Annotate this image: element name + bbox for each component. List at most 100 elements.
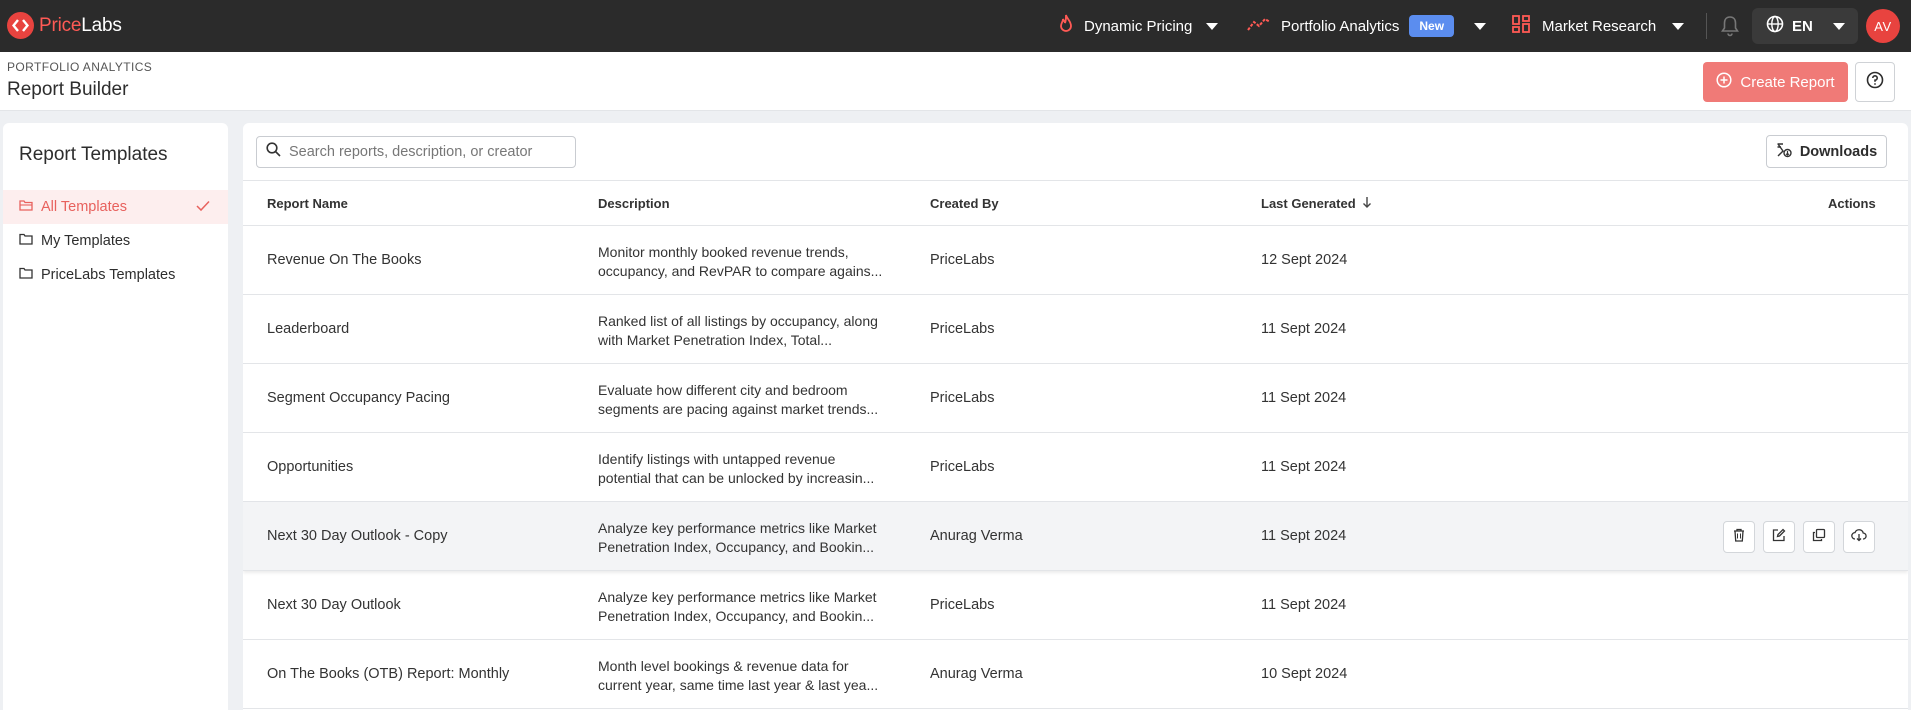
sidebar-title: Report Templates (19, 144, 168, 165)
language-label: EN (1792, 17, 1813, 35)
copy-icon (1812, 528, 1826, 547)
chevron-down-icon[interactable] (1672, 22, 1685, 30)
search-icon (266, 142, 281, 162)
column-header-actions: Actions (1828, 196, 1876, 211)
table-row[interactable]: On The Books (OTB) Report: Monthly Month… (243, 640, 1908, 709)
report-description: Identify listings with untapped revenue p… (598, 451, 875, 486)
report-last-generated: 11 Sept 2024 (1261, 528, 1347, 544)
avatar[interactable]: AV (1866, 9, 1900, 43)
report-name[interactable]: On The Books (OTB) Report: Monthly (267, 666, 509, 682)
create-report-label: Create Report (1740, 73, 1835, 91)
create-report-button[interactable]: Create Report (1703, 62, 1848, 102)
chevron-down-icon[interactable] (1474, 22, 1487, 30)
sort-arrow-down-icon[interactable] (1362, 196, 1372, 211)
report-created-by: Anurag Verma (930, 528, 1023, 544)
folder-icon (19, 267, 33, 283)
column-header-description[interactable]: Description (598, 196, 670, 211)
report-name[interactable]: Leaderboard (267, 321, 349, 337)
table-row[interactable]: Opportunities Identify listings with unt… (243, 433, 1908, 502)
nav-market-research-label: Market Research (1542, 17, 1657, 35)
column-header-label: Last Generated (1261, 196, 1356, 211)
logo-text: PriceLabs (39, 14, 122, 36)
nav-dynamic-pricing[interactable]: Dynamic Pricing (1058, 0, 1219, 52)
column-header-last-generated[interactable]: Last Generated (1261, 196, 1372, 211)
sidebar-item-label: All Templates (41, 199, 127, 215)
duplicate-button[interactable] (1803, 521, 1835, 553)
cloud-download-icon (1851, 528, 1867, 547)
table-header: Report Name Description Created By Last … (243, 180, 1908, 226)
report-name[interactable]: Next 30 Day Outlook - Copy (267, 528, 448, 544)
top-navigation-bar: PriceLabs Dynamic Pricing Portfolio Anal… (0, 0, 1911, 52)
table-row[interactable]: Leaderboard Ranked list of all listings … (243, 295, 1908, 364)
report-description: Analyze key performance metrics like Mar… (598, 589, 877, 624)
report-last-generated: 11 Sept 2024 (1261, 390, 1347, 406)
report-created-by: PriceLabs (930, 321, 995, 337)
plus-circle-icon (1716, 72, 1732, 92)
report-description: Ranked list of all listings by occupancy… (598, 313, 878, 348)
report-description: Month level bookings & revenue data for c… (598, 658, 879, 693)
download-report-button[interactable] (1843, 521, 1875, 553)
report-description: Monitor monthly booked revenue trends, oc… (598, 244, 883, 279)
report-created-by: PriceLabs (930, 459, 995, 475)
sidebar-item-pricelabs-templates[interactable]: PriceLabs Templates (3, 258, 228, 292)
downloads-button[interactable]: Downloads (1766, 135, 1887, 168)
table-row[interactable]: Segment Occupancy Pacing Evaluate how di… (243, 364, 1908, 433)
folder-icon (19, 233, 33, 249)
trend-chart-icon (1247, 16, 1271, 36)
grid-dashboard-icon (1512, 15, 1530, 37)
language-selector[interactable]: EN (1752, 8, 1858, 44)
page-header: PORTFOLIO ANALYTICS Report Builder Creat… (0, 52, 1911, 111)
table-row[interactable]: Next 30 Day Outlook Analyze key performa… (243, 571, 1908, 640)
breadcrumb: PORTFOLIO ANALYTICS (7, 60, 153, 74)
pricelabs-logo[interactable]: PriceLabs (7, 12, 122, 39)
report-name[interactable]: Opportunities (267, 459, 353, 475)
report-name[interactable]: Next 30 Day Outlook (267, 597, 401, 613)
table-row-hovered[interactable]: Next 30 Day Outlook - Copy Analyze key p… (243, 502, 1908, 571)
report-created-by: Anurag Verma (930, 666, 1023, 682)
column-header-created-by[interactable]: Created By (930, 196, 999, 211)
nav-portfolio-analytics-label: Portfolio Analytics (1281, 17, 1400, 35)
page-title: Report Builder (7, 79, 129, 100)
report-description: Evaluate how different city and bedroom s… (598, 382, 879, 417)
report-created-by: PriceLabs (930, 390, 995, 406)
chevron-down-icon[interactable] (1206, 22, 1219, 30)
downloads-icon (1776, 142, 1792, 162)
column-header-report-name[interactable]: Report Name (267, 196, 348, 211)
bell-icon[interactable] (1719, 12, 1741, 40)
nav-market-research[interactable]: Market Research (1512, 0, 1685, 52)
question-circle-icon (1866, 71, 1884, 94)
report-description: Analyze key performance metrics like Mar… (598, 520, 877, 555)
report-created-by: PriceLabs (930, 252, 995, 268)
report-last-generated: 11 Sept 2024 (1261, 597, 1347, 613)
trash-icon (1733, 528, 1745, 547)
help-button[interactable] (1855, 62, 1895, 102)
new-badge: New (1409, 15, 1455, 37)
nav-portfolio-analytics[interactable]: Portfolio Analytics New (1247, 0, 1487, 52)
delete-button[interactable] (1723, 521, 1755, 553)
search-box[interactable] (256, 136, 576, 168)
nav-dynamic-pricing-label: Dynamic Pricing (1084, 17, 1193, 35)
downloads-label: Downloads (1799, 143, 1878, 160)
sidebar-item-my-templates[interactable]: My Templates (3, 224, 228, 258)
report-name[interactable]: Revenue On The Books (267, 252, 422, 268)
report-last-generated: 11 Sept 2024 (1261, 459, 1347, 475)
sidebar-item-all-templates[interactable]: All Templates (3, 190, 228, 224)
sidebar-item-label: My Templates (41, 233, 131, 249)
globe-icon (1766, 15, 1784, 37)
edit-icon (1772, 528, 1786, 547)
flame-icon (1058, 14, 1074, 38)
row-actions (1723, 521, 1883, 553)
report-name[interactable]: Segment Occupancy Pacing (267, 390, 450, 406)
search-input[interactable] (289, 144, 559, 160)
chevron-down-icon (1832, 22, 1845, 30)
nav-divider (1706, 13, 1707, 39)
report-last-generated: 10 Sept 2024 (1261, 666, 1348, 682)
checkmark-icon (196, 200, 210, 216)
edit-button[interactable] (1763, 521, 1795, 553)
report-last-generated: 11 Sept 2024 (1261, 321, 1347, 337)
report-last-generated: 12 Sept 2024 (1261, 252, 1348, 268)
pricelabs-logo-icon (7, 12, 34, 39)
folder-open-icon (19, 199, 33, 215)
table-row[interactable]: Revenue On The Books Monitor monthly boo… (243, 226, 1908, 295)
templates-sidebar: Report Templates All Templates My Templa… (3, 123, 228, 710)
